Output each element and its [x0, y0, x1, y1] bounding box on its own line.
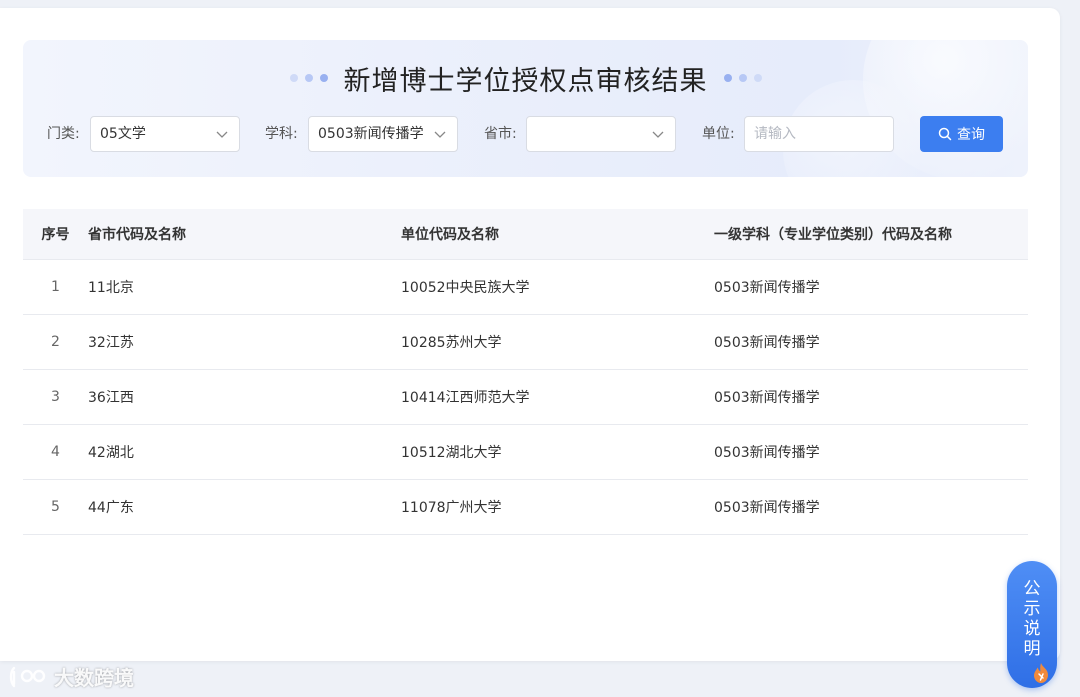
header-discipline: 一级学科（专业学位类别）代码及名称 — [714, 227, 952, 243]
header-province: 省市代码及名称 — [88, 227, 186, 243]
cell-province: 36江西 — [88, 390, 134, 406]
cell-discipline: 0503新闻传播学 — [714, 500, 820, 516]
cell-province: 44广东 — [88, 500, 134, 516]
title-dots-left — [289, 74, 328, 82]
cell-discipline: 0503新闻传播学 — [714, 445, 820, 461]
category-label: 门类: — [47, 126, 80, 142]
chevron-down-icon — [434, 131, 446, 138]
cell-index: 1 — [51, 279, 60, 295]
title-dots-right — [723, 74, 762, 82]
province-select[interactable] — [526, 116, 676, 152]
unit-input-placeholder: 请输入 — [754, 126, 796, 142]
cell-index: 3 — [51, 389, 60, 405]
filter-row: 门类: 05文学 学科: 0503新闻传播学 省市: 单位: 请输入 查询 — [23, 116, 1028, 152]
cell-unit: 10414江西师范大学 — [401, 390, 530, 406]
cell-discipline: 0503新闻传播学 — [714, 335, 820, 351]
table-row: 5 44广东 11078广州大学 0503新闻传播学 — [23, 480, 1028, 535]
cell-unit: 11078广州大学 — [401, 500, 502, 516]
category-select-value: 05文学 — [100, 126, 146, 142]
cell-unit: 10052中央民族大学 — [401, 280, 530, 296]
fire-icon — [1034, 663, 1048, 683]
watermark: 大数跨境 — [8, 662, 134, 691]
cell-index: 2 — [51, 334, 60, 350]
cell-discipline: 0503新闻传播学 — [714, 280, 820, 296]
notice-char: 说 — [1023, 619, 1041, 639]
header-index: 序号 — [41, 227, 70, 243]
unit-input[interactable]: 请输入 — [744, 116, 894, 152]
query-button-label: 查询 — [957, 127, 985, 143]
subject-select-value: 0503新闻传播学 — [318, 126, 424, 142]
results-table: 序号 省市代码及名称 单位代码及名称 一级学科（专业学位类别）代码及名称 1 1… — [23, 209, 1028, 535]
subject-label: 学科: — [265, 126, 298, 142]
cell-unit: 10512湖北大学 — [401, 445, 502, 461]
cell-index: 4 — [51, 444, 60, 460]
cell-province: 42湖北 — [88, 445, 134, 461]
watermark-text: 大数跨境 — [54, 666, 134, 690]
cell-index: 5 — [51, 499, 60, 515]
category-select[interactable]: 05文学 — [90, 116, 240, 152]
notice-char: 示 — [1023, 599, 1041, 619]
search-panel: 新增博士学位授权点审核结果 门类: 05文学 学科: 0503新闻传播学 省市:… — [23, 40, 1028, 177]
table-row: 1 11北京 10052中央民族大学 0503新闻传播学 — [23, 260, 1028, 315]
table-row: 3 36江西 10414江西师范大学 0503新闻传播学 — [23, 370, 1028, 425]
cell-discipline: 0503新闻传播学 — [714, 390, 820, 406]
cell-unit: 10285苏州大学 — [401, 335, 502, 351]
header-unit: 单位代码及名称 — [401, 227, 499, 243]
chevron-down-icon — [216, 131, 228, 138]
notice-char: 明 — [1023, 639, 1041, 659]
notice-char: 公 — [1023, 579, 1041, 599]
chevron-down-icon — [652, 131, 664, 138]
query-button[interactable]: 查询 — [920, 116, 1003, 152]
table-row: 2 32江苏 10285苏州大学 0503新闻传播学 — [23, 315, 1028, 370]
cell-province: 11北京 — [88, 280, 134, 296]
cell-province: 32江苏 — [88, 335, 134, 351]
search-icon — [938, 127, 952, 141]
unit-label: 单位: — [702, 126, 735, 142]
subject-select[interactable]: 0503新闻传播学 — [308, 116, 458, 152]
table-header: 序号 省市代码及名称 单位代码及名称 一级学科（专业学位类别）代码及名称 — [23, 209, 1028, 260]
title-row: 新增博士学位授权点审核结果 — [23, 58, 1028, 98]
province-label: 省市: — [484, 126, 517, 142]
page-title: 新增博士学位授权点审核结果 — [343, 65, 708, 97]
table-row: 4 42湖北 10512湖北大学 0503新闻传播学 — [23, 425, 1028, 480]
watermark-logo-icon — [9, 666, 46, 687]
